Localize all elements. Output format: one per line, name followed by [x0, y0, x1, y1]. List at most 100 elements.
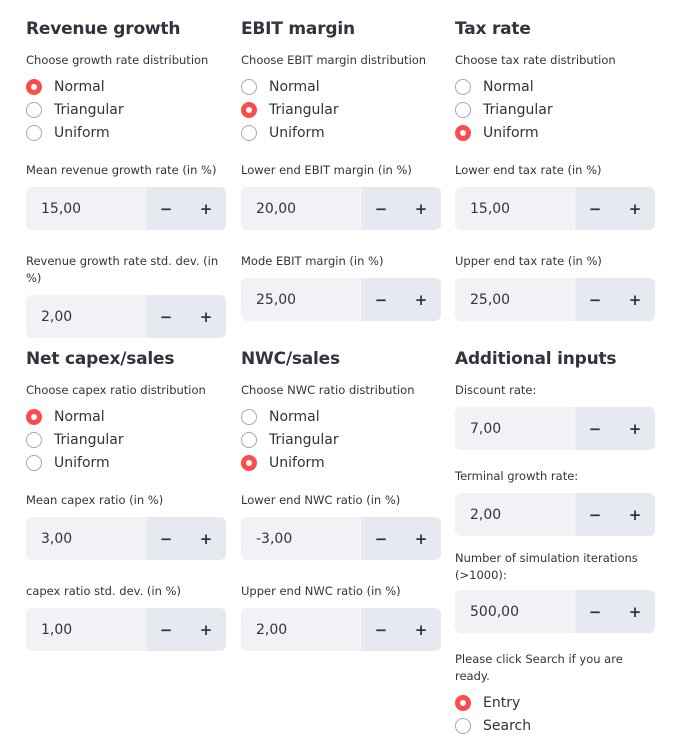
- terminal-growth-rate-input: 2,00 − +: [455, 493, 655, 536]
- radio-option-uniform[interactable]: Uniform: [26, 121, 226, 144]
- radio-unselected-icon: [455, 78, 471, 95]
- decrement-button[interactable]: −: [145, 608, 186, 651]
- additional-inputs-section: Additional inputs Discount rate: 7,00 − …: [455, 347, 655, 737]
- radio-unselected-icon: [26, 431, 42, 448]
- number-input-field[interactable]: 7,00: [455, 407, 574, 450]
- decrement-button[interactable]: −: [574, 278, 615, 321]
- radio-option-search[interactable]: Search: [455, 714, 655, 737]
- search-prompt-label: Please click Search if you are ready.: [455, 652, 623, 683]
- decrement-button[interactable]: −: [360, 187, 401, 230]
- mode-ebit-margin-label: Mode EBIT margin (in %): [241, 254, 384, 268]
- lower-tax-rate-input: 15,00 − +: [455, 187, 655, 230]
- increment-button[interactable]: +: [615, 187, 655, 230]
- distribution-label: Choose tax rate distribution: [455, 53, 616, 67]
- radio-unselected-icon: [26, 124, 42, 141]
- increment-button[interactable]: +: [401, 187, 441, 230]
- distribution-label: Choose NWC ratio distribution: [241, 383, 415, 397]
- radio-unselected-icon: [241, 408, 257, 425]
- radio-option-normal[interactable]: Normal: [26, 75, 226, 98]
- decrement-button[interactable]: −: [574, 493, 615, 536]
- increment-button[interactable]: +: [615, 493, 655, 536]
- number-input-field[interactable]: 2,00: [455, 493, 574, 536]
- distribution-label: Choose EBIT margin distribution: [241, 53, 427, 67]
- radio-option-uniform[interactable]: Uniform: [455, 121, 655, 144]
- increment-button[interactable]: +: [615, 590, 655, 633]
- decrement-button[interactable]: −: [145, 295, 186, 338]
- increment-button[interactable]: +: [186, 608, 226, 651]
- revenue-growth-section: Revenue growth Choose growth rate distri…: [26, 17, 226, 338]
- radio-option-uniform[interactable]: Uniform: [241, 121, 441, 144]
- number-input-field[interactable]: 2,00: [26, 295, 145, 338]
- radio-option-triangular[interactable]: Triangular: [26, 98, 226, 121]
- mean-revenue-growth-label: Mean revenue growth rate (in %): [26, 163, 217, 177]
- increment-button[interactable]: +: [401, 278, 441, 321]
- radio-unselected-icon: [241, 124, 257, 141]
- decrement-button[interactable]: −: [574, 590, 615, 633]
- increment-button[interactable]: +: [615, 407, 655, 450]
- radio-option-triangular[interactable]: Triangular: [241, 98, 441, 121]
- distribution-radio-group: Normal Triangular Uniform: [455, 75, 655, 144]
- discount-rate-input: 7,00 − +: [455, 407, 655, 450]
- upper-tax-rate-input: 25,00 − +: [455, 278, 655, 321]
- radio-unselected-icon: [455, 101, 471, 118]
- decrement-button[interactable]: −: [145, 517, 186, 560]
- radio-unselected-icon: [241, 431, 257, 448]
- capex-ratio-stddev-input: 1,00 − +: [26, 608, 226, 651]
- radio-option-entry[interactable]: Entry: [455, 691, 655, 714]
- radio-option-triangular[interactable]: Triangular: [455, 98, 655, 121]
- lower-tax-rate-label: Lower end tax rate (in %): [455, 163, 602, 177]
- distribution-radio-group: Normal Triangular Uniform: [241, 75, 441, 144]
- number-input-field[interactable]: 1,00: [26, 608, 145, 651]
- decrement-button[interactable]: −: [574, 187, 615, 230]
- discount-rate-label: Discount rate:: [455, 383, 537, 397]
- increment-button[interactable]: +: [401, 608, 441, 651]
- number-input-field[interactable]: -3,00: [241, 517, 360, 560]
- decrement-button[interactable]: −: [574, 407, 615, 450]
- mean-revenue-growth-input: 15,00 − +: [26, 187, 226, 230]
- radio-option-uniform[interactable]: Uniform: [26, 451, 226, 474]
- number-input-field[interactable]: 20,00: [241, 187, 360, 230]
- radio-option-normal[interactable]: Normal: [455, 75, 655, 98]
- simulation-iterations-input: 500,00 − +: [455, 590, 655, 633]
- radio-option-uniform[interactable]: Uniform: [241, 451, 441, 474]
- distribution-label: Choose growth rate distribution: [26, 53, 209, 67]
- number-input-field[interactable]: 15,00: [26, 187, 145, 230]
- increment-button[interactable]: +: [186, 517, 226, 560]
- decrement-button[interactable]: −: [360, 608, 401, 651]
- number-input-field[interactable]: 2,00: [241, 608, 360, 651]
- radio-selected-icon: [241, 101, 257, 118]
- mean-capex-ratio-label: Mean capex ratio (in %): [26, 493, 164, 507]
- increment-button[interactable]: +: [186, 187, 226, 230]
- lower-nwc-ratio-input: -3,00 − +: [241, 517, 441, 560]
- increment-button[interactable]: +: [186, 295, 226, 338]
- capex-ratio-stddev-label: capex ratio std. dev. (in %): [26, 584, 181, 598]
- mean-capex-ratio-input: 3,00 − +: [26, 517, 226, 560]
- radio-option-normal[interactable]: Normal: [241, 405, 441, 428]
- increment-button[interactable]: +: [401, 517, 441, 560]
- radio-selected-icon: [26, 408, 42, 425]
- number-input-field[interactable]: 25,00: [455, 278, 574, 321]
- radio-unselected-icon: [26, 101, 42, 118]
- lower-nwc-ratio-label: Lower end NWC ratio (in %): [241, 493, 401, 507]
- decrement-button[interactable]: −: [360, 278, 401, 321]
- radio-selected-icon: [241, 454, 257, 471]
- radio-option-triangular[interactable]: Triangular: [26, 428, 226, 451]
- decrement-button[interactable]: −: [145, 187, 186, 230]
- decrement-button[interactable]: −: [360, 517, 401, 560]
- number-input-field[interactable]: 25,00: [241, 278, 360, 321]
- lower-ebit-margin-input: 20,00 − +: [241, 187, 441, 230]
- nwc-sales-section: NWC/sales Choose NWC ratio distribution …: [241, 347, 441, 651]
- number-input-field[interactable]: 15,00: [455, 187, 574, 230]
- upper-nwc-ratio-label: Upper end NWC ratio (in %): [241, 584, 401, 598]
- increment-button[interactable]: +: [615, 278, 655, 321]
- revenue-growth-stddev-input: 2,00 − +: [26, 295, 226, 338]
- number-input-field[interactable]: 3,00: [26, 517, 145, 560]
- radio-option-normal[interactable]: Normal: [26, 405, 226, 428]
- radio-unselected-icon: [455, 717, 471, 734]
- terminal-growth-rate-label: Terminal growth rate:: [455, 469, 579, 483]
- number-input-field[interactable]: 500,00: [455, 590, 574, 633]
- upper-tax-rate-label: Upper end tax rate (in %): [455, 254, 602, 268]
- radio-option-triangular[interactable]: Triangular: [241, 428, 441, 451]
- radio-option-normal[interactable]: Normal: [241, 75, 441, 98]
- upper-nwc-ratio-input: 2,00 − +: [241, 608, 441, 651]
